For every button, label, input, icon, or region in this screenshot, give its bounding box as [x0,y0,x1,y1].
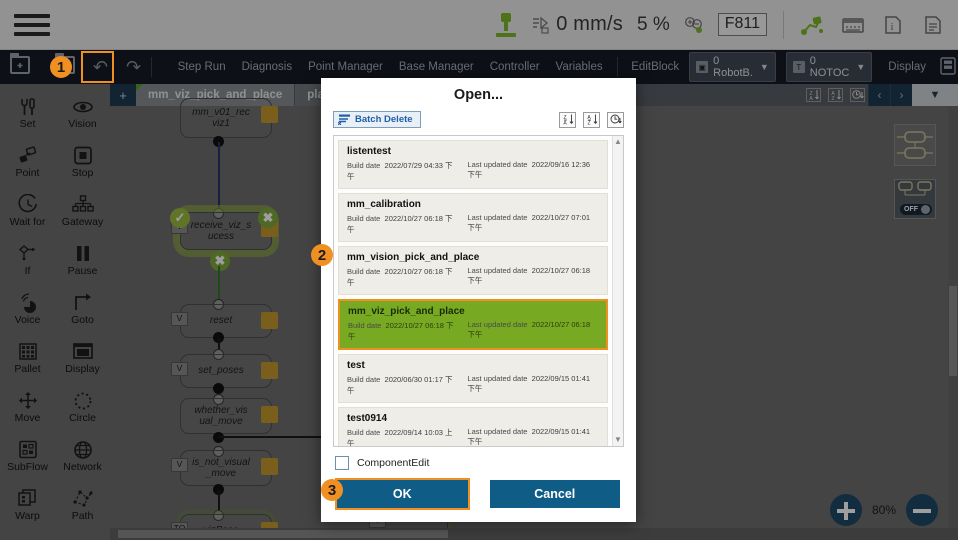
build-date-label: Build date [347,214,381,223]
dialog-buttons: OK Cancel [321,476,636,522]
list-item[interactable]: test0914 Build date 2022/09/14 10:03 上午 … [338,407,608,446]
ok-button[interactable]: OK [335,478,470,510]
file-name: mm_calibration [347,199,421,210]
build-date-label: Build date [347,267,381,276]
sort-za-icon[interactable]: AZ [583,111,600,128]
list-item-selected[interactable]: mm_viz_pick_and_place Build date 2022/10… [338,299,608,350]
sort-az-icon[interactable]: ZA [559,111,576,128]
dialog-title: Open... [453,87,504,103]
batch-delete-icon [337,114,351,126]
file-name: listentest [347,146,391,157]
file-name: test0914 [347,413,388,424]
updated-date-label: Last updated date [467,320,528,329]
list-item[interactable]: listentest Build date 2022/07/29 04:33 下… [338,140,608,189]
updated-date-label: Last updated date [467,266,528,275]
build-date-label: Build date [347,161,381,170]
svg-text:Z: Z [587,121,590,127]
component-edit-label: ComponentEdit [357,457,430,469]
list-item[interactable]: mm_calibration Build date 2022/10/27 06:… [338,193,608,242]
dialog-sort-controls: ZA AZ [559,111,624,128]
batch-delete-button[interactable]: Batch Delete [333,111,421,128]
file-name: mm_viz_pick_and_place [348,306,465,317]
step-badge-2: 2 [311,244,333,266]
file-list-items: listentest Build date 2022/07/29 04:33 下… [334,136,612,446]
dialog-toolbar: Batch Delete ZA AZ [321,111,636,135]
open-file-dialog: Open... Batch Delete ZA AZ listentest Bu… [321,78,636,522]
step-badge-1: 1 [50,56,72,78]
updated-date-label: Last updated date [467,213,528,222]
updated-date-label: Last updated date [467,374,528,383]
file-meta: Build date 2022/10/27 06:18 下午 Last upda… [347,213,599,235]
file-meta: Build date 2022/10/27 06:18 下午 Last upda… [348,320,598,342]
application-window: 0 mm/s 5 % F811 i ↶ ↷ Step Run Diagnosis… [0,0,958,540]
updated-date-label: Last updated date [467,427,528,436]
build-date-label: Build date [347,428,381,437]
file-meta: Build date 2022/09/14 10:03 上午 Last upda… [347,427,599,446]
list-item[interactable]: test Build date 2020/06/30 01:17 下午 Last… [338,354,608,403]
file-meta: Build date 2022/07/29 04:33 下午 Last upda… [347,160,599,182]
build-date-label: Build date [348,321,382,330]
file-meta: Build date 2020/06/30 01:17 下午 Last upda… [347,374,599,396]
file-list[interactable]: listentest Build date 2022/07/29 04:33 下… [333,135,624,447]
scroll-up-icon[interactable]: ▲ [613,136,623,148]
file-list-scrollbar[interactable]: ▲ ▼ [612,136,623,446]
component-edit-checkbox[interactable] [335,456,349,470]
scroll-down-icon[interactable]: ▼ [613,434,623,446]
batch-delete-label: Batch Delete [355,114,413,125]
svg-text:A: A [563,121,567,127]
build-date-label: Build date [347,375,381,384]
component-edit-row[interactable]: ComponentEdit [321,447,636,476]
cancel-button[interactable]: Cancel [489,480,620,508]
file-name: test [347,360,365,371]
file-meta: Build date 2022/10/27 06:18 下午 Last upda… [347,266,599,288]
updated-date-label: Last updated date [467,160,528,169]
list-item[interactable]: mm_vision_pick_and_place Build date 2022… [338,246,608,295]
step-badge-3: 3 [321,479,343,501]
file-name: mm_vision_pick_and_place [347,252,480,263]
sort-time-icon[interactable] [607,111,624,128]
